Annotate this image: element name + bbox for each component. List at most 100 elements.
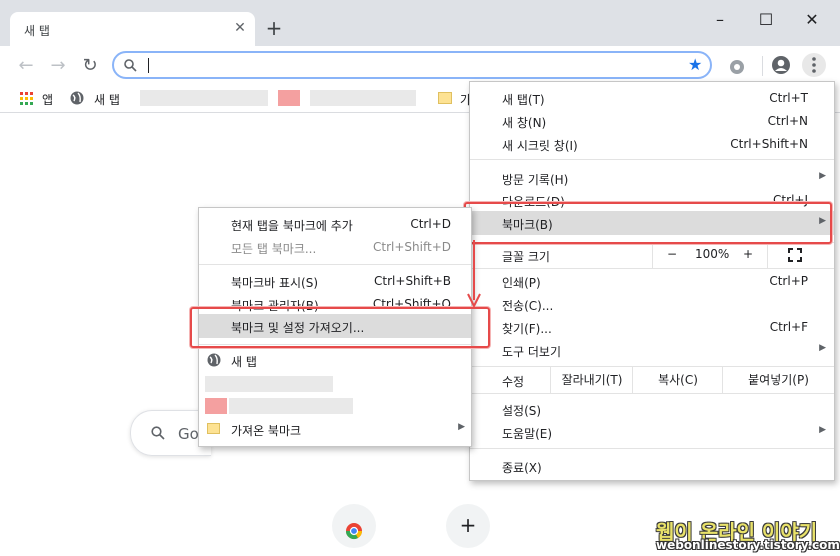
menu-label: 모든 탭 북마크... bbox=[231, 242, 317, 256]
menu-label: 찾기(F)... bbox=[502, 322, 552, 336]
maximize-button[interactable]: ☐ bbox=[752, 8, 780, 32]
text-caret bbox=[148, 58, 149, 73]
submenu-arrow-icon: ▶ bbox=[819, 425, 826, 435]
tab-title: 새 탭 bbox=[24, 24, 50, 38]
fullscreen-icon[interactable] bbox=[788, 248, 802, 262]
blurred-bookmark-favicon bbox=[278, 90, 300, 106]
blurred-bookmark bbox=[205, 376, 333, 392]
submenu-arrow-icon: ▶ bbox=[458, 422, 465, 432]
menu-shortcut: Ctrl+F bbox=[769, 320, 808, 334]
menu-row-edit: 수정 잘라내기(T) 복사(C) 붙여넣기(P) bbox=[470, 367, 834, 393]
menu-item-help[interactable]: 도움말(E) ▶ bbox=[470, 421, 834, 444]
cut-button[interactable]: 잘라내기(T) bbox=[550, 367, 633, 393]
menu-item-new-window[interactable]: 새 창(N) Ctrl+N bbox=[470, 110, 834, 133]
zoom-in-button[interactable]: + bbox=[743, 247, 753, 261]
menu-row-zoom: 글꼴 크기 − 100% + bbox=[470, 242, 834, 268]
annotation-arrow-icon bbox=[467, 240, 481, 309]
menu-item-history[interactable]: 방문 기록(H) ▶ bbox=[470, 167, 834, 190]
blurred-bookmark[interactable] bbox=[140, 90, 268, 106]
chrome-main-menu: 새 탭(T) Ctrl+T 새 창(N) Ctrl+N 새 시크릿 창(I) C… bbox=[469, 81, 835, 481]
menu-label: 새 시크릿 창(I) bbox=[502, 139, 578, 153]
menu-separator bbox=[199, 264, 471, 265]
menu-label: 글꼴 크기 bbox=[502, 250, 550, 264]
menu-item-cast[interactable]: 전송(C)... bbox=[470, 293, 834, 316]
submenu-item-bookmark-all: 모든 탭 북마크... Ctrl+Shift+D bbox=[199, 236, 471, 259]
blurred-bookmark-favicon bbox=[205, 398, 227, 414]
highlight-box-import bbox=[190, 307, 490, 348]
paste-button[interactable]: 붙여넣기(P) bbox=[722, 367, 834, 393]
toolbar: ← → ↻ ★ bbox=[0, 46, 840, 86]
tab-new-tab[interactable]: 새 탭 ✕ bbox=[10, 12, 255, 46]
menu-shortcut: Ctrl+N bbox=[767, 114, 808, 128]
menu-label: 북마크바 표시(S) bbox=[231, 276, 319, 290]
menu-label: 종료(X) bbox=[502, 461, 542, 475]
toolbar-divider bbox=[762, 56, 763, 76]
menu-item-exit[interactable]: 종료(X) bbox=[470, 455, 834, 478]
zoom-control: − 100% + bbox=[652, 242, 768, 268]
zoom-level: 100% bbox=[695, 247, 730, 261]
menu-separator bbox=[470, 393, 834, 394]
submenu-item-imported[interactable]: 가져온 북마크 ▶ bbox=[199, 418, 471, 441]
menu-shortcut: Ctrl+P bbox=[769, 274, 808, 288]
watermark-url: webonlinestory.tistory.com bbox=[656, 538, 840, 552]
kebab-menu-icon bbox=[812, 57, 816, 73]
menu-label: 전송(C)... bbox=[502, 299, 554, 313]
menu-separator bbox=[470, 268, 834, 269]
menu-label: 도움말(E) bbox=[502, 427, 553, 441]
menu-label: 새 창(N) bbox=[502, 116, 547, 130]
profile-avatar-icon[interactable] bbox=[771, 55, 791, 75]
menu-shortcut: Ctrl+D bbox=[410, 217, 451, 231]
menu-shortcut: Ctrl+T bbox=[769, 91, 808, 105]
add-shortcut-button[interactable]: + bbox=[446, 504, 490, 548]
menu-shortcut: Ctrl+Shift+N bbox=[730, 137, 808, 151]
submenu-arrow-icon: ▶ bbox=[819, 343, 826, 353]
folder-icon bbox=[438, 92, 452, 104]
title-bar: 새 탭 ✕ + – ☐ ✕ bbox=[0, 0, 840, 46]
submenu-item-blurred[interactable] bbox=[199, 373, 471, 396]
address-bar[interactable]: ★ bbox=[112, 51, 712, 79]
menu-item-new-tab[interactable]: 새 탭(T) Ctrl+T bbox=[470, 87, 834, 110]
bookmark-apps[interactable]: 앱 bbox=[42, 91, 53, 108]
bookmark-star-icon[interactable]: ★ bbox=[688, 55, 702, 74]
menu-separator bbox=[470, 159, 834, 160]
globe-icon bbox=[207, 353, 221, 367]
tab-close-icon[interactable]: ✕ bbox=[230, 18, 250, 38]
submenu-item-blurred[interactable] bbox=[199, 395, 471, 418]
menu-item-print[interactable]: 인쇄(P) Ctrl+P bbox=[470, 270, 834, 293]
close-window-button[interactable]: ✕ bbox=[798, 8, 826, 32]
shortcut-tile[interactable] bbox=[332, 504, 376, 548]
forward-button[interactable]: → bbox=[46, 54, 70, 78]
menu-item-more-tools[interactable]: 도구 더보기 ▶ bbox=[470, 339, 834, 362]
folder-icon bbox=[207, 423, 220, 434]
ntp-search-placeholder: Go bbox=[178, 425, 199, 443]
back-button[interactable]: ← bbox=[14, 54, 38, 78]
search-icon bbox=[151, 426, 165, 440]
new-tab-button[interactable]: + bbox=[264, 18, 284, 38]
menu-label: 방문 기록(H) bbox=[502, 173, 569, 187]
reload-button[interactable]: ↻ bbox=[78, 54, 102, 78]
submenu-item-newtab[interactable]: 새 탭 bbox=[199, 349, 471, 372]
minimize-button[interactable]: – bbox=[706, 8, 734, 32]
menu-item-settings[interactable]: 설정(S) bbox=[470, 398, 834, 421]
menu-label: 가져온 북마크 bbox=[231, 424, 302, 438]
menu-label: 새 탭(T) bbox=[502, 93, 545, 107]
submenu-item-bookmark-page[interactable]: 현재 탭을 북마크에 추가 Ctrl+D bbox=[199, 213, 471, 236]
menu-button[interactable] bbox=[802, 53, 826, 77]
chrome-web-store-icon bbox=[345, 523, 363, 540]
menu-label: 인쇄(P) bbox=[502, 276, 541, 290]
blurred-bookmark bbox=[229, 398, 353, 414]
bookmark-new-tab[interactable]: 새 탭 bbox=[94, 91, 120, 108]
search-icon bbox=[124, 59, 137, 72]
menu-shortcut: Ctrl+Shift+B bbox=[374, 274, 451, 288]
menu-label: 현재 탭을 북마크에 추가 bbox=[231, 219, 353, 233]
menu-separator bbox=[470, 448, 834, 449]
submenu-item-show-bar[interactable]: 북마크바 표시(S) Ctrl+Shift+B bbox=[199, 270, 471, 293]
menu-item-find[interactable]: 찾기(F)... Ctrl+F bbox=[470, 316, 834, 339]
copy-button[interactable]: 복사(C) bbox=[632, 367, 723, 393]
zoom-out-button[interactable]: − bbox=[667, 247, 677, 261]
menu-label: 새 탭 bbox=[231, 355, 257, 369]
extension-icon[interactable] bbox=[728, 58, 746, 76]
submenu-arrow-icon: ▶ bbox=[819, 171, 826, 181]
menu-item-incognito[interactable]: 새 시크릿 창(I) Ctrl+Shift+N bbox=[470, 133, 834, 156]
blurred-bookmark[interactable] bbox=[310, 90, 416, 106]
